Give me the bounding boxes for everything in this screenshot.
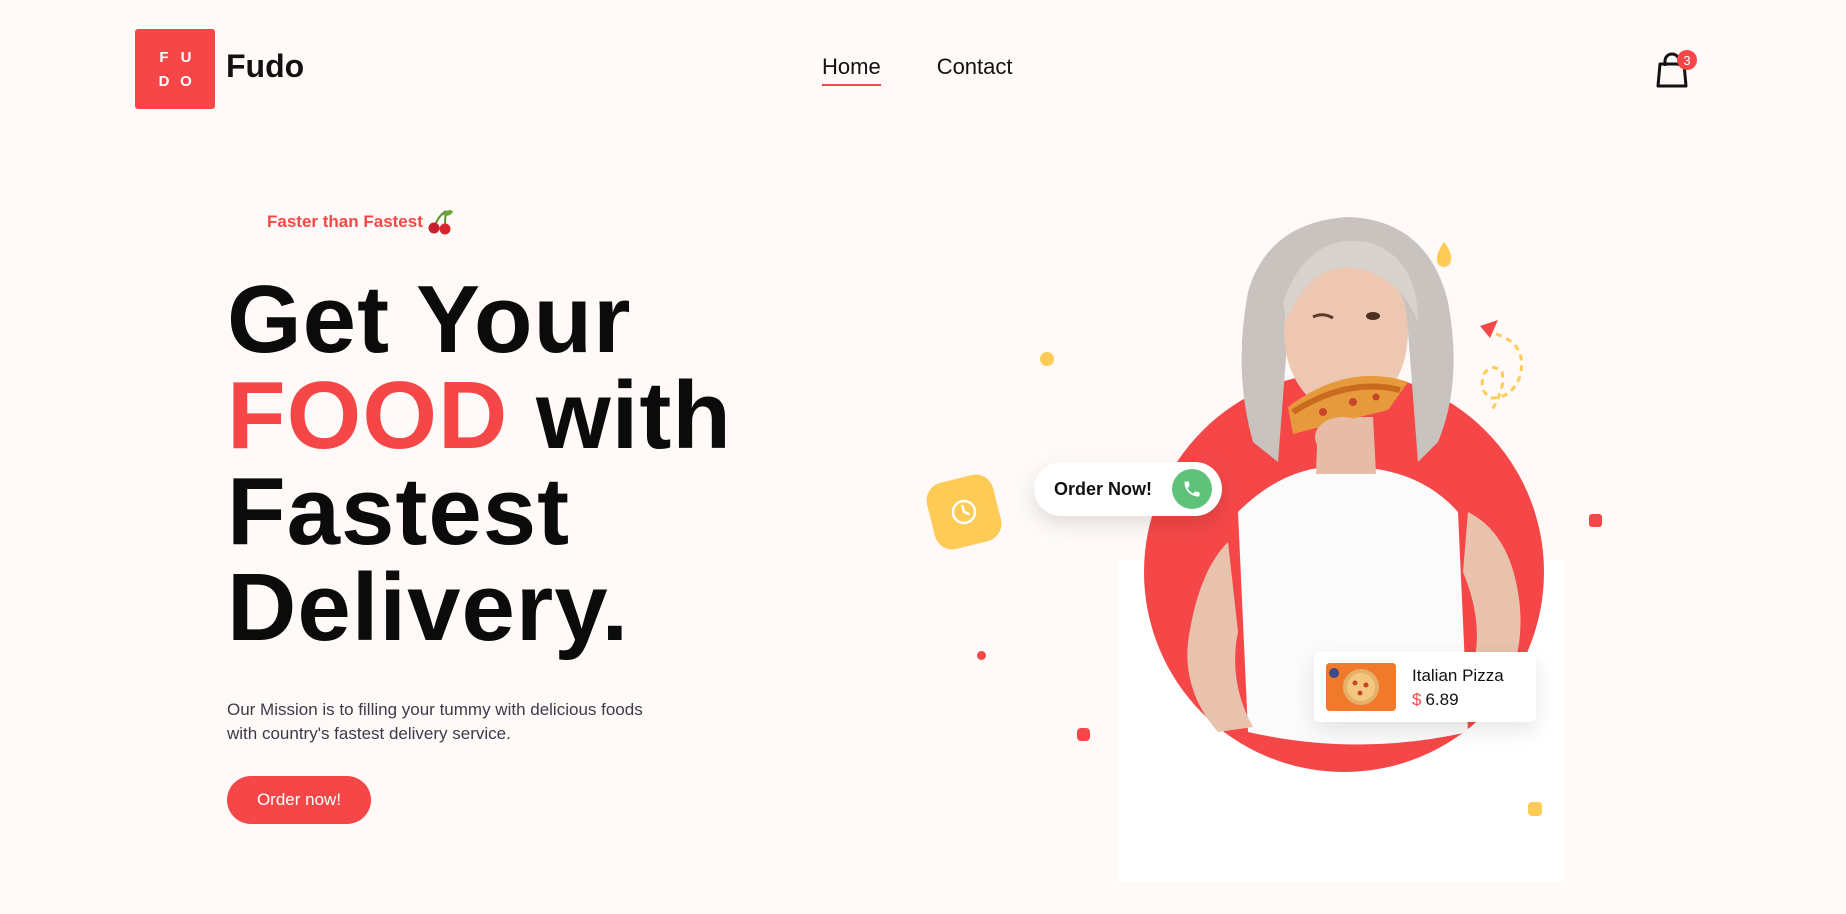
decor-dot — [1077, 728, 1090, 741]
decor-dot — [1528, 802, 1542, 816]
decor-dot — [1589, 514, 1602, 527]
cart-count-badge: 3 — [1677, 50, 1697, 70]
headline-accent-word: FOOD — [227, 362, 509, 469]
headline-line: Delivery. — [227, 554, 630, 661]
tagline: Faster than Fastest — [267, 212, 423, 231]
headline-line: Get Your — [227, 266, 632, 373]
pizza-price: $6.89 — [1412, 690, 1459, 710]
headline-word: with — [535, 362, 732, 469]
nav-home-link[interactable]: Home — [822, 54, 881, 86]
headline-line: FOOD with — [227, 368, 732, 464]
nav-contact-link[interactable]: Contact — [937, 54, 1013, 86]
logo-letter: U — [180, 48, 192, 66]
pizza-product-card[interactable]: Italian Pizza $6.89 — [1314, 652, 1536, 722]
decor-dot — [977, 651, 986, 660]
delivery-route-icon — [1480, 320, 1523, 411]
price-value: 6.89 — [1425, 690, 1459, 709]
brand-name[interactable]: Fudo — [226, 48, 304, 85]
price-currency: $ — [1412, 690, 1422, 709]
logo[interactable]: F U D O — [135, 29, 215, 109]
logo-letter: F — [159, 48, 169, 66]
flame-icon — [1436, 242, 1452, 267]
phone-icon[interactable] — [1172, 469, 1212, 509]
cherry-icon — [428, 210, 453, 235]
clock-tile — [922, 470, 1006, 554]
logo-letter: O — [180, 72, 192, 90]
order-now-button[interactable]: Order now! — [227, 776, 371, 824]
decor-dot — [1040, 352, 1054, 366]
hero-headline: Get Your FOOD with Fastest Delivery. — [227, 272, 732, 656]
clock-icon — [951, 499, 977, 525]
order-now-pill[interactable]: Order Now! — [1034, 462, 1222, 516]
logo-letter: D — [158, 72, 170, 90]
mission-text: Our Mission is to filling your tummy wit… — [227, 700, 643, 743]
main-nav: Home Contact — [822, 54, 1013, 86]
landing-page: F U D O Fudo Home Contact 3 Faster than … — [0, 0, 1846, 914]
headline-line: Fastest — [227, 458, 571, 565]
pizza-name: Italian Pizza — [1412, 666, 1504, 685]
pizza-thumbnail-image — [1326, 663, 1396, 711]
order-now-pill-label: Order Now! — [1054, 478, 1153, 499]
